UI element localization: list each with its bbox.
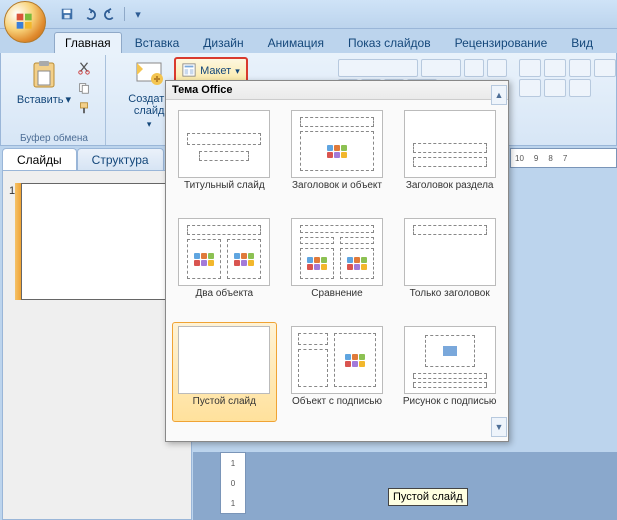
layout-thumb xyxy=(291,326,383,394)
gallery-scroll-up[interactable]: ▲ xyxy=(491,85,507,105)
layout-option[interactable]: Сравнение xyxy=(285,214,390,314)
layout-thumb xyxy=(404,326,496,394)
layout-thumb xyxy=(404,110,496,178)
ribbon-tab-slideshow[interactable]: Показ слайдов xyxy=(337,32,442,53)
layout-caption: Сравнение xyxy=(311,288,362,310)
vertical-ruler: 101 xyxy=(220,452,246,514)
layout-caption: Рисунок с подписью xyxy=(403,396,497,418)
layout-option[interactable]: Рисунок с подписью xyxy=(397,322,502,422)
office-button[interactable] xyxy=(4,1,46,43)
ribbon-tab-design[interactable]: Дизайн xyxy=(192,32,254,53)
format-painter-icon[interactable] xyxy=(75,99,93,117)
layout-caption: Объект с подписью xyxy=(292,396,382,418)
layout-thumb xyxy=(178,218,270,286)
gallery-scroll-down[interactable]: ▼ xyxy=(491,417,507,437)
qat-separator xyxy=(124,7,125,21)
layout-thumb xyxy=(404,218,496,286)
slide-canvas-area xyxy=(193,452,617,520)
layout-icon xyxy=(182,63,196,80)
layout-thumb xyxy=(178,326,270,394)
clipboard-icon xyxy=(28,59,60,91)
ribbon-tab-review[interactable]: Рецензирование xyxy=(444,32,559,53)
gallery-title: Тема Office xyxy=(166,81,508,100)
layout-thumb xyxy=(291,218,383,286)
copy-icon[interactable] xyxy=(75,79,93,97)
gallery-scroll[interactable]: Титульный слайд Заголовок и объект Заголов… xyxy=(166,100,508,441)
qat-customize-icon[interactable]: ▾ xyxy=(129,5,147,23)
layout-caption: Заголовок раздела xyxy=(406,180,494,202)
layout-option[interactable]: Титульный слайд xyxy=(172,106,277,206)
layout-caption: Пустой слайд xyxy=(193,396,256,418)
layout-option[interactable]: Два объекта xyxy=(172,214,277,314)
layout-caption: Только заголовок xyxy=(410,288,490,310)
title-bar: ▾ xyxy=(0,0,617,29)
horizontal-ruler: 10987 xyxy=(510,148,617,168)
slide-thumbnail xyxy=(21,183,178,300)
quick-access-toolbar: ▾ xyxy=(58,5,147,23)
new-slide-icon xyxy=(133,59,165,91)
layout-caption: Титульный слайд xyxy=(184,180,265,202)
undo-icon[interactable] xyxy=(80,5,98,23)
layout-option[interactable]: Пустой слайд xyxy=(172,322,277,422)
slides-thumbnail-panel: 1 xyxy=(2,170,192,520)
slide-thumbnail-item[interactable]: 1 xyxy=(21,183,185,300)
layout-option[interactable]: Только заголовок xyxy=(397,214,502,314)
ribbon-tab-home[interactable]: Главная xyxy=(54,32,122,53)
layout-option[interactable]: Заголовок раздела xyxy=(397,106,502,206)
layout-thumb xyxy=(178,110,270,178)
layout-option[interactable]: Заголовок и объект xyxy=(285,106,390,206)
ribbon-tab-bar: Главная Вставка Дизайн Анимация Показ сл… xyxy=(0,29,617,53)
side-panel-tabs: Слайды Структура xyxy=(2,148,164,171)
tab-slides[interactable]: Слайды xyxy=(2,148,77,171)
layout-option[interactable]: Объект с подписью xyxy=(285,322,390,422)
cut-icon[interactable] xyxy=(75,59,93,77)
layout-caption: Заголовок и объект xyxy=(292,180,382,202)
save-icon[interactable] xyxy=(58,5,76,23)
office-logo-icon xyxy=(15,12,35,32)
tab-outline[interactable]: Структура xyxy=(77,148,164,171)
layout-gallery: Тема Office Титульный слайд Заголовок и о… xyxy=(165,80,509,442)
paste-button[interactable]: Вставить ▾ xyxy=(15,57,73,117)
layout-thumb xyxy=(291,110,383,178)
group-clipboard: Вставить ▾ Буфер обмена xyxy=(3,55,106,145)
ribbon-tab-animation[interactable]: Анимация xyxy=(257,32,335,53)
redo-icon[interactable] xyxy=(102,5,120,23)
layout-caption: Два объекта xyxy=(196,288,254,310)
ribbon-tab-view[interactable]: Вид xyxy=(560,32,604,53)
group-clipboard-label: Буфер обмена xyxy=(3,133,105,144)
ribbon-tab-insert[interactable]: Вставка xyxy=(124,32,191,53)
